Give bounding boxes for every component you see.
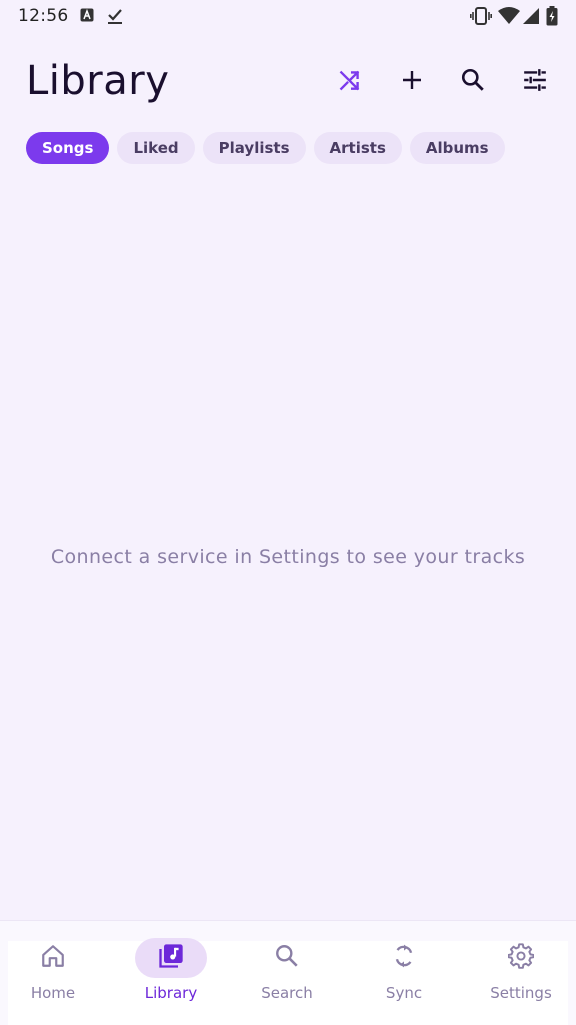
nav-library-label: Library xyxy=(144,984,198,1002)
chip-albums[interactable]: Albums xyxy=(409,132,505,164)
chip-artists[interactable]: Artists xyxy=(313,132,402,164)
a-badge-icon xyxy=(80,7,94,26)
settings-gear-icon xyxy=(507,943,535,973)
shuffle-button[interactable] xyxy=(330,62,370,102)
page-title: Library xyxy=(26,58,170,104)
nav-search[interactable]: Search xyxy=(232,938,342,1010)
sync-icon xyxy=(391,943,417,973)
filter-button[interactable] xyxy=(515,62,555,102)
chip-songs[interactable]: Songs xyxy=(26,132,110,164)
nav-sync[interactable]: Sync xyxy=(349,938,459,1010)
chip-playlists[interactable]: Playlists xyxy=(202,132,306,164)
nav-search-label: Search xyxy=(261,984,313,1002)
vibrate-icon xyxy=(470,6,492,30)
nav-settings-label: Settings xyxy=(490,984,552,1002)
status-bar: 12:56 xyxy=(0,0,576,32)
nav-home-indicator xyxy=(17,938,89,978)
status-time: 12:56 xyxy=(18,6,69,26)
chip-liked[interactable]: Liked xyxy=(117,132,195,164)
filter-chips: Songs Liked Playlists Artists Albums xyxy=(26,132,505,164)
filter-tune-icon xyxy=(522,67,548,97)
search-button[interactable] xyxy=(453,62,493,102)
search-icon xyxy=(274,943,300,973)
search-icon xyxy=(460,67,486,97)
nav-search-indicator xyxy=(251,938,323,978)
battery-icon xyxy=(546,6,558,30)
nav-library-indicator xyxy=(135,938,207,978)
nav-settings[interactable]: Settings xyxy=(466,938,576,1010)
empty-state-message: Connect a service in Settings to see you… xyxy=(50,546,526,568)
signal-icon xyxy=(522,6,540,30)
shuffle-icon xyxy=(337,67,363,97)
nav-library[interactable]: Library xyxy=(116,938,226,1010)
home-icon xyxy=(40,943,66,973)
add-icon xyxy=(400,68,424,96)
nav-settings-indicator xyxy=(485,938,557,978)
nav-sync-label: Sync xyxy=(385,984,423,1002)
nav-home[interactable]: Home xyxy=(0,938,108,1010)
download-check-icon xyxy=(106,7,124,29)
nav-home-label: Home xyxy=(30,984,76,1002)
add-button[interactable] xyxy=(392,62,432,102)
wifi-icon xyxy=(498,6,520,30)
nav-sync-indicator xyxy=(368,938,440,978)
library-music-icon xyxy=(157,942,185,974)
